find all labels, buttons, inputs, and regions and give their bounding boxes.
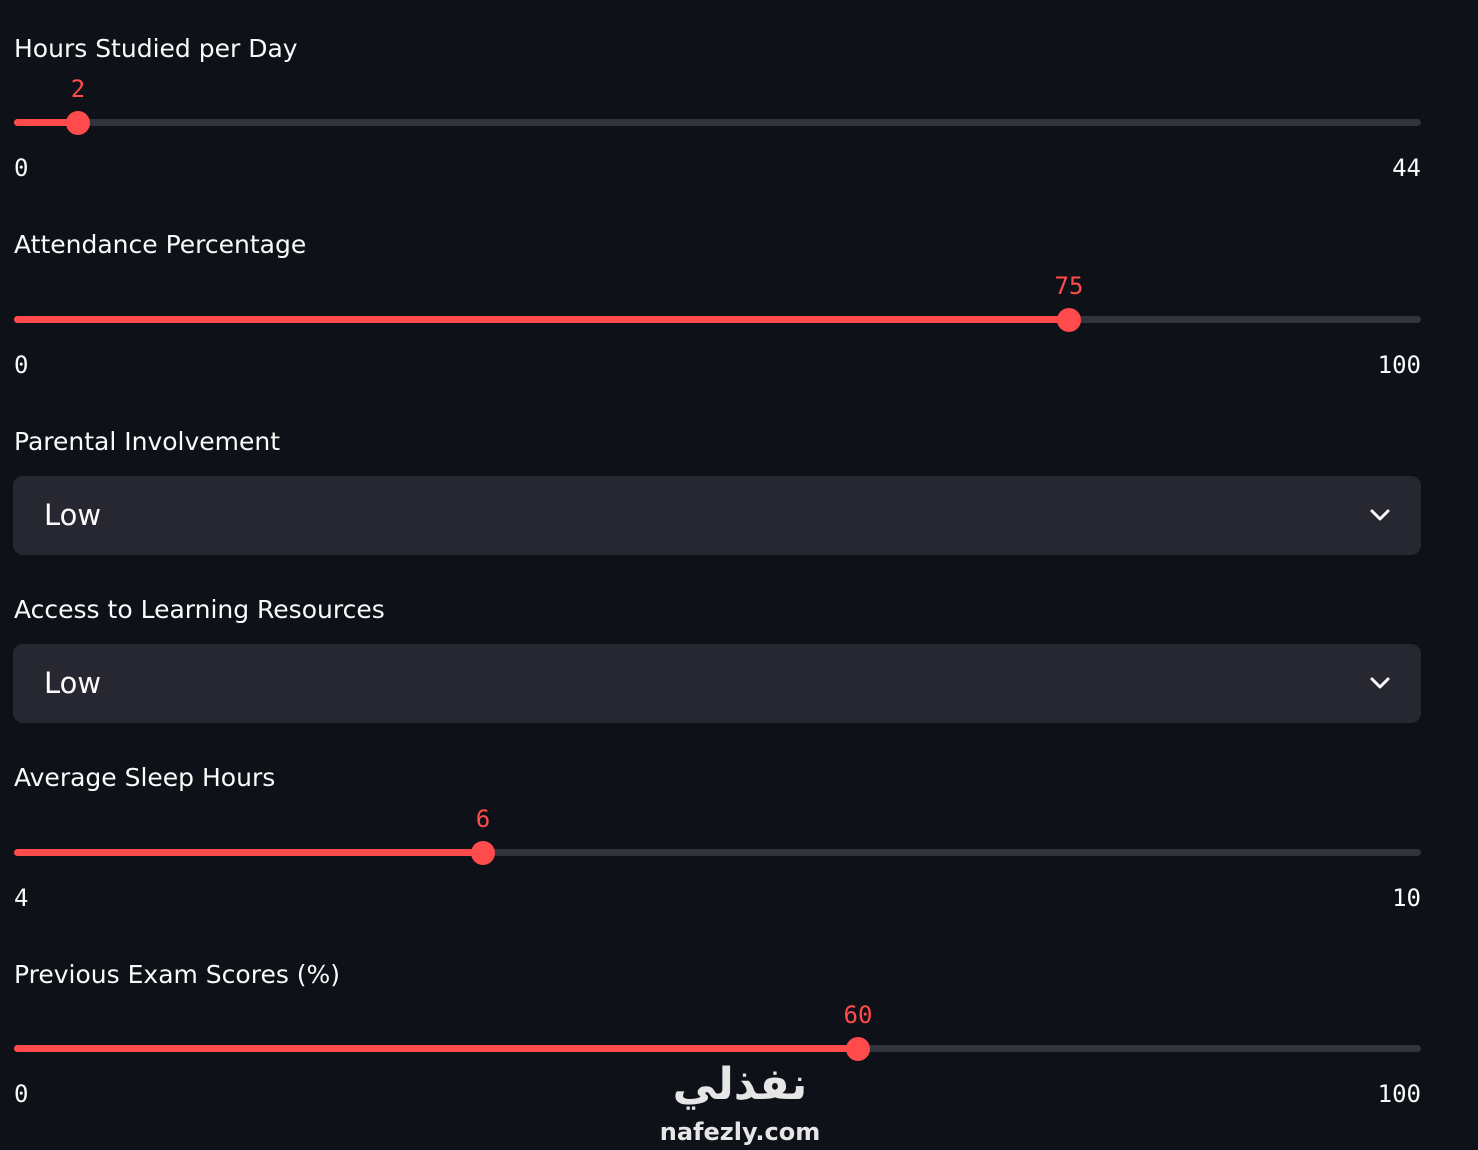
slider-value-label: 75 [1054, 272, 1084, 300]
hours-studied-slider[interactable]: 2 0 44 [14, 72, 1421, 182]
slider-thumb[interactable] [1057, 308, 1081, 332]
parental-involvement-select[interactable]: Low [13, 476, 1421, 555]
slider-fill [14, 1045, 858, 1052]
slider-thumb[interactable] [846, 1037, 870, 1061]
slider-min-label: 0 [14, 1080, 29, 1108]
slider-max-label: 100 [1377, 1080, 1421, 1108]
chevron-down-icon[interactable] [1369, 672, 1391, 694]
attendance-label: Attendance Percentage [14, 230, 307, 259]
watermark-url: nafezly.com [659, 1118, 821, 1146]
slider-max-label: 100 [1377, 351, 1421, 379]
learning-resources-select[interactable]: Low [13, 644, 1421, 723]
hours-studied-label: Hours Studied per Day [14, 34, 298, 63]
slider-value-label: 2 [70, 75, 86, 103]
parental-involvement-label: Parental Involvement [14, 427, 281, 456]
sleep-hours-label: Average Sleep Hours [14, 763, 276, 792]
slider-max-label: 44 [1392, 154, 1421, 182]
slider-value-label: 60 [843, 1001, 873, 1029]
slider-value-label: 6 [475, 805, 491, 833]
selected-value: Low [44, 498, 102, 532]
slider-max-label: 10 [1392, 884, 1421, 912]
slider-fill [14, 849, 483, 856]
attendance-slider[interactable]: 75 0 100 [14, 269, 1421, 379]
selected-value: Low [44, 666, 102, 700]
learning-resources-label: Access to Learning Resources [14, 595, 385, 624]
watermark-arabic: نفذلي [672, 1059, 808, 1110]
watermark-logo: نفذلي nafezly.com [645, 1058, 835, 1148]
slider-track[interactable] [14, 119, 1421, 126]
slider-thumb[interactable] [471, 841, 495, 865]
sleep-hours-slider[interactable]: 6 4 10 [14, 802, 1421, 912]
chevron-down-icon[interactable] [1369, 504, 1391, 526]
slider-fill [14, 316, 1069, 323]
slider-thumb[interactable] [66, 111, 90, 135]
slider-min-label: 0 [14, 351, 29, 379]
slider-min-label: 4 [14, 884, 29, 912]
exam-scores-label: Previous Exam Scores (%) [14, 960, 341, 989]
slider-min-label: 0 [14, 154, 29, 182]
